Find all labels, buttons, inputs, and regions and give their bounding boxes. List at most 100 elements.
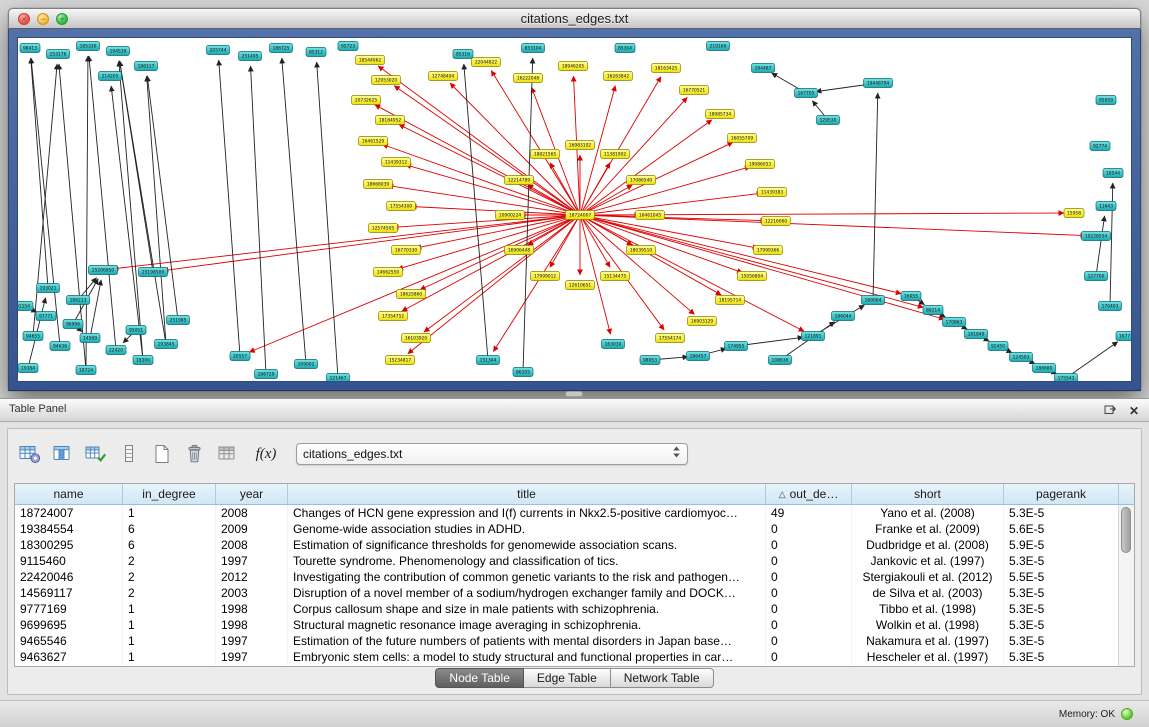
graph-node[interactable]: 12610651 bbox=[566, 281, 595, 290]
graph-node[interactable]: 18985734 bbox=[706, 110, 735, 119]
graph-node[interactable]: 853104 bbox=[522, 44, 545, 53]
tab-node-table[interactable]: Node Table bbox=[435, 668, 524, 688]
graph-node[interactable]: 11439312 bbox=[382, 158, 411, 167]
tab-network-table[interactable]: Network Table bbox=[611, 668, 714, 688]
graph-node[interactable]: 186044 bbox=[832, 312, 855, 321]
graph-node[interactable]: 14662550 bbox=[374, 268, 403, 277]
graph-node[interactable]: 97771 bbox=[36, 312, 56, 321]
panel-splitter[interactable] bbox=[565, 391, 583, 397]
graph-node[interactable]: 19086053 bbox=[746, 160, 775, 169]
table-row[interactable]: 911546021997Tourette syndrome. Phenomeno… bbox=[15, 553, 1119, 569]
column-header-in_degree[interactable]: in_degree bbox=[123, 484, 216, 504]
graph-node[interactable]: 18625860 bbox=[397, 290, 426, 299]
graph-node[interactable]: 16461529 bbox=[359, 137, 388, 146]
graph-node[interactable]: 18544062 bbox=[356, 56, 385, 65]
graph-node[interactable]: 16055 bbox=[901, 292, 921, 301]
graph-node[interactable]: 186457 bbox=[687, 352, 710, 361]
graph-node[interactable]: 10228554 bbox=[1082, 232, 1111, 241]
graph-node[interactable]: 16777 bbox=[1116, 332, 1132, 341]
graph-node[interactable]: 16263842 bbox=[604, 72, 633, 81]
scrollbar-thumb[interactable] bbox=[1121, 507, 1131, 553]
row-tools-icon[interactable] bbox=[117, 443, 141, 465]
tab-edge-table[interactable]: Edge Table bbox=[524, 668, 611, 688]
graph-node[interactable]: 18184952 bbox=[376, 116, 405, 125]
graph-node[interactable]: 14569 bbox=[80, 334, 100, 343]
graph-node[interactable]: 121467 bbox=[327, 374, 350, 383]
table-settings-icon[interactable] bbox=[18, 443, 42, 465]
column-header-pagerank[interactable]: pagerank bbox=[1004, 484, 1119, 504]
graph-node[interactable]: 170403 bbox=[1099, 302, 1122, 311]
graph-node[interactable]: 170863 bbox=[943, 318, 966, 327]
graph-node[interactable]: 167705 bbox=[795, 89, 818, 98]
graph-node[interactable]: 91154 bbox=[18, 302, 33, 311]
graph-node[interactable]: 169064 bbox=[862, 296, 885, 305]
select-columns-icon[interactable] bbox=[51, 443, 75, 465]
graph-node[interactable]: 86214 bbox=[923, 306, 943, 315]
network-view[interactable]: 1872400716461045180395101513447512610651… bbox=[18, 38, 1132, 382]
graph-node[interactable]: 151344 bbox=[477, 356, 500, 365]
graph-node[interactable]: 129530 bbox=[817, 116, 840, 125]
graph-node[interactable]: 186725 bbox=[270, 44, 293, 53]
graph-node[interactable]: 193021 bbox=[37, 284, 60, 293]
graph-node[interactable]: 185330 bbox=[77, 42, 100, 51]
graph-node[interactable]: 108636 bbox=[769, 356, 792, 365]
table-row[interactable]: 1872400712008Changes of HCN gene express… bbox=[15, 505, 1119, 521]
table-row[interactable]: 1830029562008Estimation of significance … bbox=[15, 537, 1119, 553]
graph-node[interactable]: 253176 bbox=[47, 50, 70, 59]
graph-node[interactable]: 18668039 bbox=[364, 180, 393, 189]
network-table-selector[interactable]: citations_edges.txt bbox=[296, 443, 688, 465]
column-header-title[interactable]: title bbox=[288, 484, 766, 504]
graph-node[interactable]: 18821565 bbox=[531, 150, 560, 159]
graph-node[interactable]: 96996 bbox=[63, 320, 83, 329]
graph-node[interactable]: 251985 bbox=[167, 316, 190, 325]
graph-node[interactable]: 186680 bbox=[1033, 364, 1056, 373]
function-builder-button[interactable]: f(x) bbox=[250, 446, 282, 463]
graph-node[interactable]: 18163425 bbox=[652, 64, 681, 73]
graph-node[interactable]: 22420 bbox=[106, 346, 126, 355]
graph-node[interactable]: 94655 bbox=[23, 332, 43, 341]
graph-node[interactable]: 219160 bbox=[707, 42, 730, 51]
graph-node[interactable]: 95723 bbox=[338, 42, 358, 51]
import-table-icon[interactable] bbox=[216, 443, 240, 465]
minimize-window-button[interactable] bbox=[37, 13, 49, 25]
close-panel-icon[interactable] bbox=[1129, 404, 1139, 418]
graph-node[interactable]: 85304 bbox=[615, 44, 635, 53]
graph-node[interactable]: 19384 bbox=[18, 364, 38, 373]
window-titlebar[interactable]: citations_edges.txt bbox=[8, 8, 1141, 29]
table-scrollbar[interactable] bbox=[1118, 505, 1134, 666]
graph-node[interactable]: 17354752 bbox=[379, 312, 408, 321]
graph-node[interactable]: 92450 bbox=[988, 342, 1008, 351]
graph-node[interactable]: 174955 bbox=[725, 342, 748, 351]
graph-node[interactable]: 18544 bbox=[1103, 169, 1123, 178]
table-row[interactable]: 1938455462009Genome-wide association stu… bbox=[15, 521, 1119, 537]
graph-node[interactable]: 11439383 bbox=[758, 188, 787, 197]
graph-node[interactable]: 85316 bbox=[453, 50, 473, 59]
table-row[interactable]: 969969511998Structural magnetic resonanc… bbox=[15, 617, 1119, 633]
graph-node[interactable]: 95051 bbox=[126, 326, 146, 335]
graph-node[interactable]: 17999366 bbox=[754, 246, 783, 255]
graph-node[interactable]: 18946205 bbox=[559, 62, 588, 71]
graph-node[interactable]: 17554300 bbox=[387, 202, 416, 211]
graph-node[interactable]: 163030 bbox=[602, 340, 625, 349]
delete-column-icon[interactable] bbox=[183, 443, 207, 465]
add-column-icon[interactable] bbox=[84, 443, 108, 465]
graph-node[interactable]: 22044822 bbox=[472, 58, 501, 67]
graph-node[interactable]: 109002 bbox=[295, 360, 318, 369]
close-window-button[interactable] bbox=[18, 13, 30, 25]
graph-node[interactable]: 16055709 bbox=[728, 134, 757, 143]
table-row[interactable]: 977716911998Corpus callosum shape and si… bbox=[15, 601, 1119, 617]
zoom-window-button[interactable] bbox=[56, 13, 68, 25]
graph-node[interactable]: 205744 bbox=[207, 46, 230, 55]
graph-node[interactable]: 16906448 bbox=[505, 246, 534, 255]
graph-node[interactable]: 92774 bbox=[1090, 142, 1110, 151]
graph-node[interactable]: 16770521 bbox=[680, 86, 709, 95]
new-table-icon[interactable] bbox=[150, 443, 174, 465]
graph-node[interactable]: 95959 bbox=[1096, 96, 1116, 105]
graph-node[interactable]: 15234817 bbox=[386, 356, 415, 365]
graph-node[interactable]: 127700 bbox=[1085, 272, 1108, 281]
graph-node[interactable]: 12953020 bbox=[372, 76, 401, 85]
graph-node[interactable]: 186213 bbox=[67, 296, 90, 305]
graph-node[interactable]: 181849 bbox=[965, 330, 988, 339]
graph-node[interactable]: 18039510 bbox=[627, 246, 656, 255]
graph-node[interactable]: 20557 bbox=[230, 352, 250, 361]
